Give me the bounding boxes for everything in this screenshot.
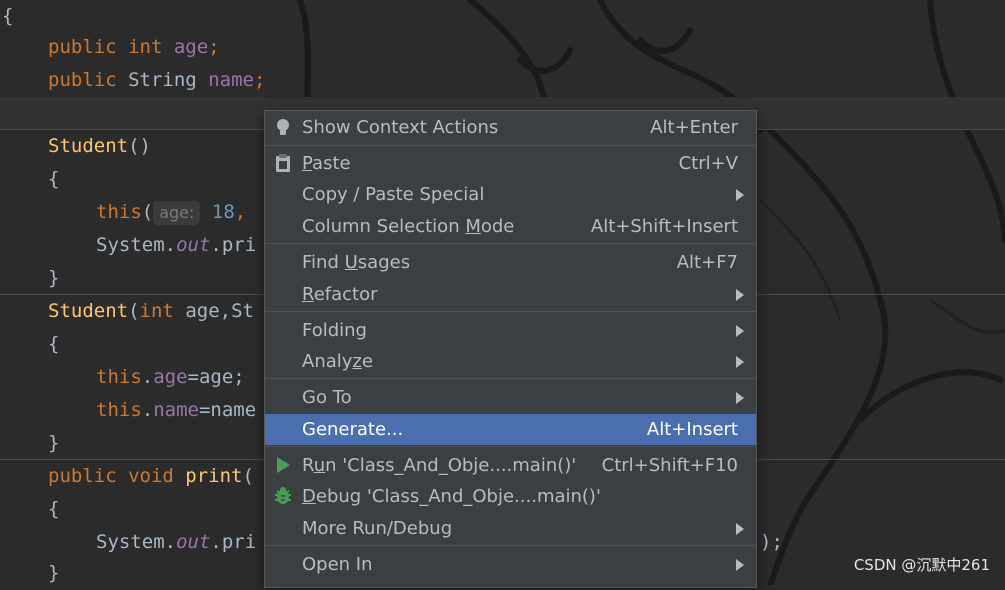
code-line: public void print( bbox=[48, 465, 254, 487]
code-line: } bbox=[48, 432, 60, 454]
menu-item-go-to[interactable]: Go To bbox=[265, 382, 756, 413]
menu-item-more-run-debug[interactable]: More Run/Debug bbox=[265, 513, 756, 544]
code-line: public String name; bbox=[48, 69, 266, 91]
menu-item-run[interactable]: Run 'Class_And_Obje....main()' Ctrl+Shif… bbox=[265, 450, 756, 481]
menu-item-find-usages[interactable]: Find Usages Alt+F7 bbox=[265, 247, 756, 278]
context-menu: Show Context Actions Alt+Enter Paste Ctr… bbox=[264, 110, 757, 588]
parameter-hint: age: bbox=[153, 200, 201, 225]
menu-item-folding[interactable]: Folding bbox=[265, 315, 756, 346]
code-line-tail: ); bbox=[760, 531, 783, 553]
menu-item-generate[interactable]: Generate... Alt+Insert bbox=[265, 414, 756, 445]
menu-item-label: Open In bbox=[302, 554, 373, 575]
menu-item-show-context-actions[interactable]: Show Context Actions Alt+Enter bbox=[265, 112, 756, 143]
clipboard-icon bbox=[276, 154, 290, 172]
menu-item-label: Analyze bbox=[302, 351, 373, 372]
menu-item-label: Paste bbox=[302, 153, 351, 174]
menu-item-column-selection-mode[interactable]: Column Selection Mode Alt+Shift+Insert bbox=[265, 211, 756, 242]
code-line: public int age; bbox=[48, 36, 220, 58]
menu-item-shortcut: Ctrl+Shift+F10 bbox=[601, 455, 738, 476]
menu-item-open-in[interactable]: Open In bbox=[265, 549, 756, 580]
menu-item-debug[interactable]: Debug 'Class_And_Obje....main()' bbox=[265, 481, 756, 512]
code-line: { bbox=[2, 5, 14, 27]
menu-item-label: Generate... bbox=[302, 419, 404, 440]
menu-item-shortcut: Alt+Shift+Insert bbox=[590, 216, 738, 237]
run-triangle-icon bbox=[277, 457, 290, 473]
code-line: Student(int age,St bbox=[48, 300, 254, 322]
code-line: System.out.pri bbox=[96, 234, 257, 256]
menu-item-shortcut: Alt+Enter bbox=[650, 117, 738, 138]
menu-item-shortcut: Alt+F7 bbox=[676, 252, 738, 273]
watermark: CSDN @沉默中261 bbox=[853, 556, 990, 574]
code-line: { bbox=[48, 333, 60, 355]
menu-separator bbox=[265, 145, 756, 146]
lightbulb-icon bbox=[277, 119, 289, 135]
menu-item-label: More Run/Debug bbox=[302, 518, 453, 539]
menu-item-copy-paste-special[interactable]: Copy / Paste Special bbox=[265, 179, 756, 210]
submenu-arrow-icon bbox=[736, 392, 744, 404]
menu-item-label: Show Context Actions bbox=[302, 117, 499, 138]
menu-item-refactor[interactable]: Refactor bbox=[265, 279, 756, 310]
menu-item-label: Refactor bbox=[302, 284, 378, 305]
menu-separator bbox=[265, 311, 756, 312]
menu-item-label: Go To bbox=[302, 387, 352, 408]
debug-bug-icon bbox=[275, 487, 291, 504]
submenu-arrow-icon bbox=[736, 289, 744, 301]
code-line: { bbox=[48, 498, 60, 520]
code-line: } bbox=[48, 267, 60, 289]
submenu-arrow-icon bbox=[736, 325, 744, 337]
menu-item-shortcut: Ctrl+V bbox=[678, 153, 738, 174]
menu-item-label: Copy / Paste Special bbox=[302, 184, 485, 205]
menu-item-label: Folding bbox=[302, 320, 367, 341]
menu-separator bbox=[265, 446, 756, 447]
submenu-arrow-icon bbox=[736, 356, 744, 368]
menu-separator bbox=[265, 378, 756, 379]
submenu-arrow-icon bbox=[736, 523, 744, 535]
menu-item-label: Column Selection Mode bbox=[302, 216, 515, 237]
code-line: this.name=name bbox=[96, 399, 257, 421]
submenu-arrow-icon bbox=[736, 189, 744, 201]
code-line: } bbox=[48, 562, 60, 584]
menu-item-analyze[interactable]: Analyze bbox=[265, 346, 756, 377]
code-line: this.age=age; bbox=[96, 366, 245, 388]
submenu-arrow-icon bbox=[736, 559, 744, 571]
code-line: { bbox=[48, 168, 60, 190]
menu-separator bbox=[265, 545, 756, 546]
code-line: Student() bbox=[48, 135, 151, 157]
menu-item-paste[interactable]: Paste Ctrl+V bbox=[265, 148, 756, 179]
menu-item-label: Find Usages bbox=[302, 252, 411, 273]
menu-item-label: Run 'Class_And_Obje....main()' bbox=[302, 455, 577, 476]
menu-item-label: Debug 'Class_And_Obje....main()' bbox=[302, 486, 601, 507]
code-line: System.out.pri bbox=[96, 531, 257, 553]
menu-item-shortcut: Alt+Insert bbox=[646, 419, 738, 440]
menu-separator bbox=[265, 243, 756, 244]
code-line: this(age: 18, bbox=[96, 200, 247, 225]
